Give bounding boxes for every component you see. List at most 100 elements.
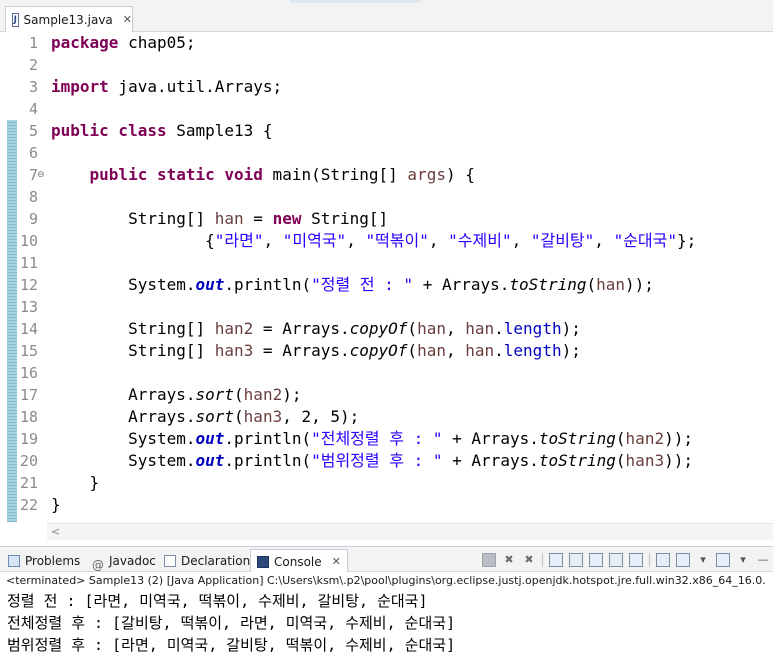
local-variable: han	[417, 319, 446, 338]
chevron-down-icon[interactable]: ▾	[736, 553, 750, 567]
code-text: (	[615, 451, 626, 470]
problems-icon	[8, 555, 20, 567]
minimize-icon[interactable]: —	[756, 553, 770, 567]
code-text: System.	[51, 451, 196, 470]
code-text: ) {	[445, 165, 475, 184]
code-text: {	[51, 231, 215, 250]
string-literal: "순대국"	[613, 231, 677, 250]
editor-tab-sample13[interactable]: J Sample13.java ✕	[5, 6, 133, 32]
code-text: (	[407, 319, 418, 338]
remove-launch-icon[interactable]: ✖	[502, 553, 516, 567]
java-file-icon: J	[12, 12, 19, 27]
local-variable: han3	[243, 407, 283, 426]
clear-console-icon[interactable]	[549, 553, 563, 567]
keyword: package	[51, 33, 119, 52]
code-text: );	[561, 341, 581, 360]
code-line: String[] han = new String[]	[51, 208, 388, 230]
keyword: import	[51, 77, 109, 96]
code-line: }	[51, 472, 100, 494]
line-number: 8	[28, 188, 38, 206]
code-text: + Arrays.	[413, 275, 510, 294]
static-field: out	[195, 451, 225, 470]
console-icon	[257, 555, 269, 568]
string-literal: "범위정렬 후 : "	[311, 451, 443, 470]
local-variable: han	[214, 209, 244, 228]
code-text: ));	[664, 429, 693, 448]
console-output-line: 전체정렬 후 : [갈비탕, 떡볶이, 라면, 미역국, 수제비, 순대국]	[7, 614, 456, 632]
horizontal-scrollbar[interactable]: <	[47, 523, 773, 540]
pin-console-icon[interactable]	[656, 553, 670, 567]
code-text: }	[51, 473, 100, 492]
code-editor[interactable]: 1 2 3 4 5 6 7 8 9 10 11 12 13 14 15 16 1…	[0, 32, 773, 522]
scroll-lock-icon[interactable]	[569, 553, 583, 567]
line-number: 9	[28, 210, 38, 228]
code-text: , 2, 5);	[282, 407, 360, 426]
line-number: 11	[19, 254, 38, 272]
terminate-icon[interactable]	[482, 553, 496, 567]
word-wrap-icon[interactable]	[589, 553, 603, 567]
local-variable: han2	[243, 385, 283, 404]
close-icon[interactable]: ✕	[123, 13, 132, 26]
tab-javadoc[interactable]: @ Javadoc	[92, 551, 156, 572]
open-console-icon[interactable]	[716, 553, 730, 567]
line-number: 5	[28, 122, 38, 140]
code-text: (	[407, 341, 418, 360]
static-method: sort	[195, 385, 235, 404]
code-text: System.	[51, 429, 196, 448]
code-text: (	[234, 385, 244, 404]
console-output-line: 정렬 전 : [라면, 미역국, 떡볶이, 수제비, 갈비탕, 순대국]	[7, 592, 428, 610]
tab-problems[interactable]: Problems	[8, 551, 80, 571]
code-line: public static void main(String[] args) {	[51, 164, 475, 186]
line-number: 16	[19, 364, 38, 382]
tab-console[interactable]: Console ✕	[250, 549, 348, 573]
code-text: .println(	[224, 429, 312, 448]
code-text: System.	[51, 275, 196, 294]
keyword: public static void	[89, 165, 263, 184]
line-number: 21	[19, 474, 38, 492]
remove-all-terminated-icon[interactable]: ✖	[522, 553, 536, 567]
local-variable: han2	[214, 319, 254, 338]
chevron-down-icon[interactable]: ▾	[696, 553, 710, 567]
local-variable: han	[465, 319, 495, 338]
code-line: System.out.println("전체정렬 후 : " + Arrays.…	[51, 428, 693, 450]
toolbar-separator	[542, 553, 543, 567]
local-variable: han	[596, 275, 626, 294]
line-number: 22	[19, 496, 38, 514]
toolbar-separator	[649, 553, 650, 567]
local-variable: han3	[625, 451, 665, 470]
console-process-label: <terminated> Sample13 (2) [Java Applicat…	[0, 572, 773, 590]
line-number: 20	[19, 452, 38, 470]
code-text: String[]	[51, 319, 215, 338]
code-text: };	[677, 231, 697, 250]
keyword: public class	[51, 121, 167, 140]
line-number: 10	[19, 232, 38, 250]
line-number: 19	[19, 430, 38, 448]
code-line: String[] han2 = Arrays.copyOf(han, han.l…	[51, 318, 581, 340]
code-text: String[]	[51, 341, 215, 360]
code-text: (	[615, 429, 626, 448]
collapse-icon[interactable]: ⊖	[37, 164, 45, 186]
display-console-icon[interactable]	[676, 553, 690, 567]
line-number: 3	[28, 78, 38, 96]
show-on-stderr-icon[interactable]	[629, 553, 643, 567]
code-text: ,	[428, 231, 449, 250]
code-text: String[]	[301, 209, 389, 228]
local-variable: han3	[214, 341, 254, 360]
scroll-left-icon[interactable]: <	[51, 525, 60, 538]
code-text: main(String[]	[262, 165, 408, 184]
console-output-line: 범위정렬 후 : [라면, 미역국, 갈비탕, 떡볶이, 수제비, 순대국]	[7, 636, 456, 654]
static-method: toString	[538, 451, 616, 470]
line-number: 18	[19, 408, 38, 426]
tab-declaration[interactable]: Declaration	[164, 551, 250, 571]
console-output[interactable]: 정렬 전 : [라면, 미역국, 떡볶이, 수제비, 갈비탕, 순대국] 전체정…	[0, 590, 773, 666]
code-text: chap05;	[118, 33, 196, 52]
line-number: 6	[28, 144, 38, 162]
line-number: 2	[28, 56, 38, 74]
show-on-stdout-icon[interactable]	[609, 553, 623, 567]
code-text: .	[494, 341, 504, 360]
close-icon[interactable]: ✕	[332, 551, 341, 573]
line-number: 14	[19, 320, 38, 338]
string-literal: "정렬 전 : "	[311, 275, 414, 294]
line-number: 17	[19, 386, 38, 404]
